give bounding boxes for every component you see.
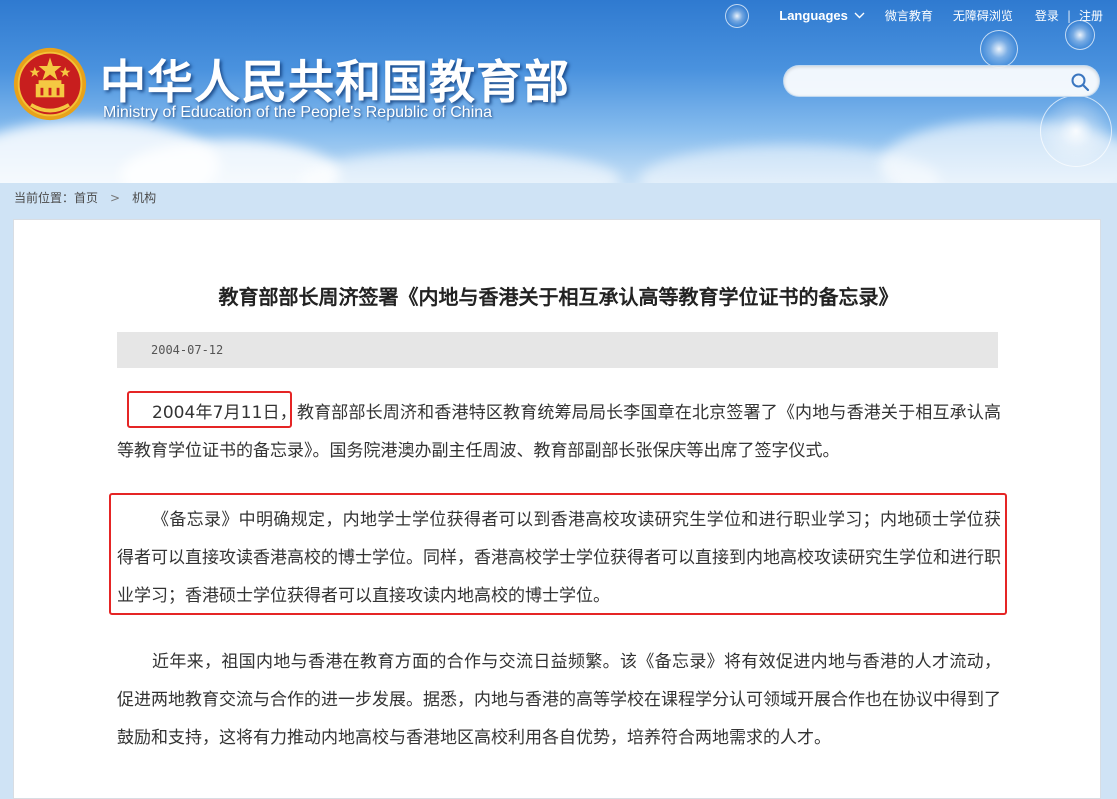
dandelion-decoration	[1065, 20, 1095, 50]
accessible-browsing-link[interactable]: 无障碍浏览	[953, 7, 1013, 24]
register-link[interactable]: 注册	[1079, 7, 1103, 24]
cloud-decoration	[300, 150, 620, 183]
chevron-down-icon	[854, 12, 865, 19]
languages-dropdown[interactable]: Languages	[779, 8, 865, 23]
dandelion-decoration	[980, 30, 1018, 68]
login-link[interactable]: 登录	[1035, 7, 1059, 24]
breadcrumb-current-link[interactable]: 机构	[132, 189, 156, 206]
site-subtitle: Ministry of Education of the People's Re…	[103, 104, 493, 121]
article-paragraph-3: 近年来，祖国内地与香港在教育方面的合作与交流日益频繁。该《备忘录》将有效促进内地…	[117, 652, 1001, 748]
site-title: 中华人民共和国教育部	[100, 55, 570, 109]
article-title: 教育部部长周济签署《内地与香港关于相互承认高等教育学位证书的备忘录》	[218, 285, 899, 309]
nav-separator: |	[1066, 8, 1071, 23]
languages-label: Languages	[779, 8, 848, 23]
search-input[interactable]	[798, 71, 1062, 93]
article-paragraph-1: 2004年7月11日，教育部部长周济和香港特区教育统筹局局长李国章在北京签署了《…	[117, 403, 1001, 461]
dandelion-decoration	[725, 4, 749, 28]
search-icon[interactable]	[1070, 72, 1090, 92]
breadcrumb: 当前位置： 首页 > 机构	[14, 189, 156, 206]
publish-date: 2004-07-12	[151, 343, 224, 357]
national-emblem-icon	[13, 47, 87, 121]
dandelion-decoration	[1040, 95, 1112, 167]
breadcrumb-home-link[interactable]: 首页	[74, 189, 98, 206]
weibo-link[interactable]: 微言教育	[885, 7, 933, 24]
breadcrumb-label: 当前位置：	[14, 191, 75, 205]
date-bar: 2004-07-12	[117, 332, 998, 368]
top-nav: Languages 微言教育 无障碍浏览 登录 | 注册	[779, 7, 1103, 24]
search-box	[783, 65, 1100, 97]
breadcrumb-separator: >	[110, 190, 121, 205]
article-paragraph-2: 《备忘录》中明确规定，内地学士学位获得者可以到香港高校攻读研究生学位和进行职业学…	[117, 510, 1001, 606]
